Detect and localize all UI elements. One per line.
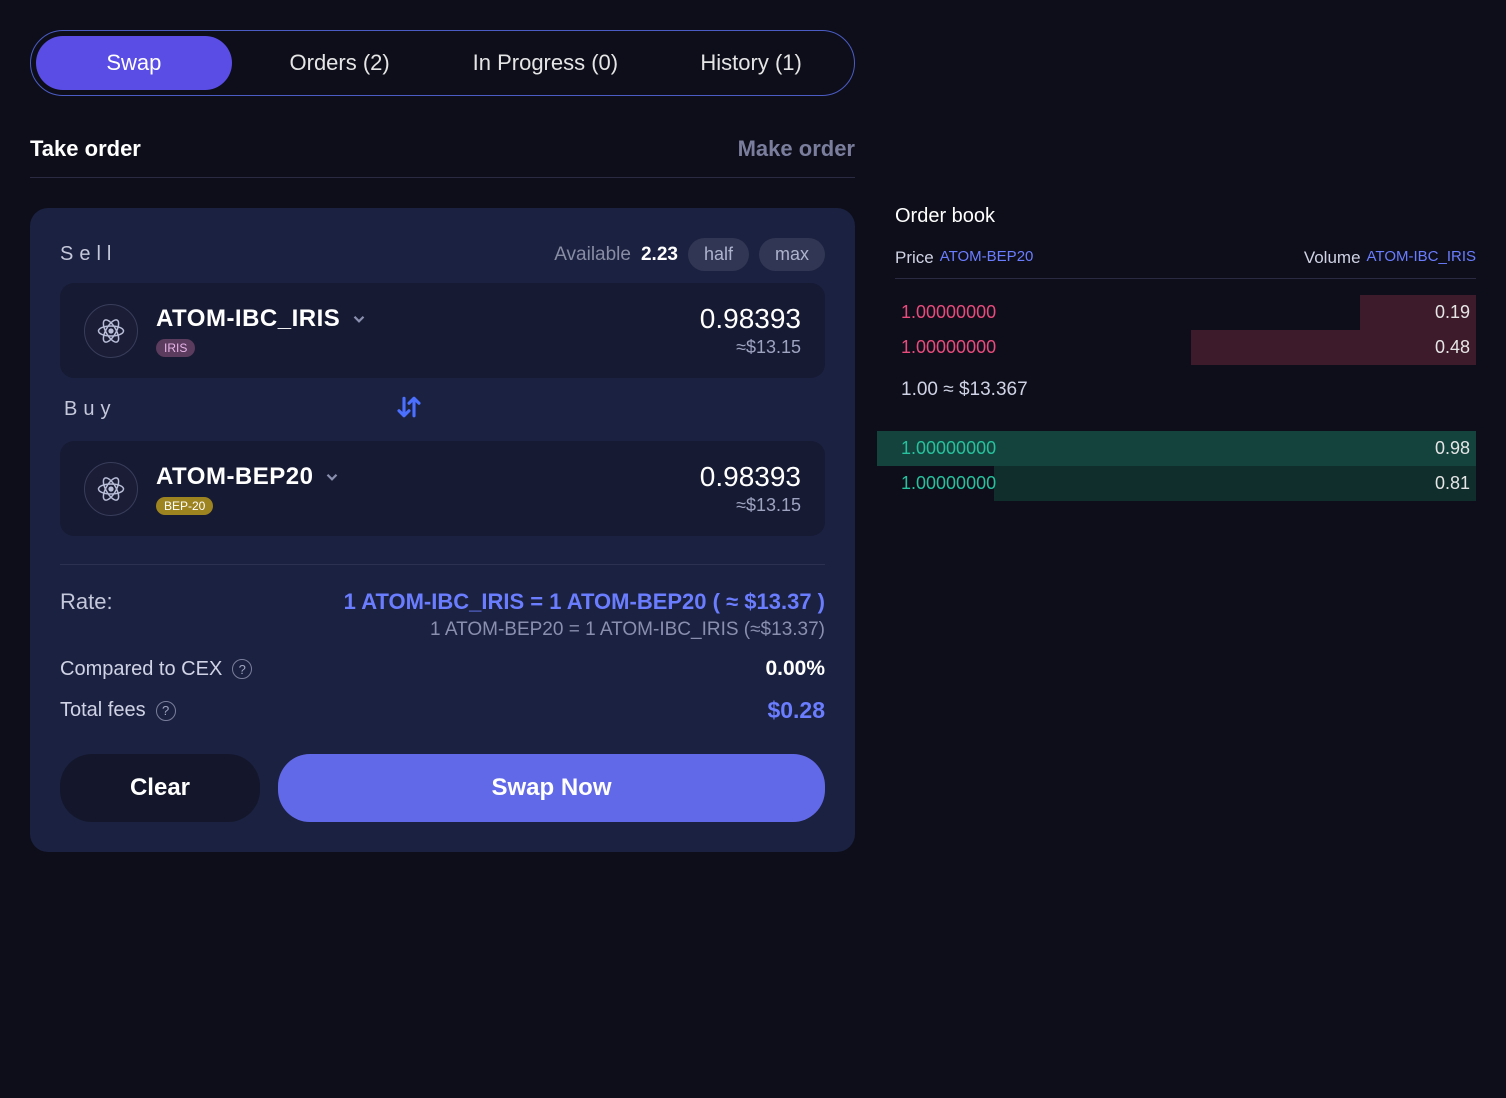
rate-label: Rate:	[60, 589, 113, 615]
sell-amount-usd: ≈$13.15	[700, 337, 801, 358]
max-button[interactable]: max	[759, 238, 825, 271]
orderbook-volume: 0.81	[1435, 473, 1470, 494]
tab-swap[interactable]: Swap	[36, 36, 232, 90]
atom-icon	[84, 304, 138, 358]
price-header: Price	[895, 248, 934, 268]
orderbook-row[interactable]: 1.00000000 0.98	[877, 431, 1476, 466]
chevron-down-icon	[350, 310, 368, 328]
orderbook-title: Order book	[895, 205, 1476, 228]
volume-header: Volume	[1304, 248, 1361, 268]
sell-label: Sell	[60, 243, 117, 266]
buy-amount-usd: ≈$13.15	[700, 495, 801, 516]
rate-inverse: 1 ATOM-BEP20 = 1 ATOM-IBC_IRIS (≈$13.37)	[344, 619, 825, 641]
help-icon[interactable]: ?	[156, 701, 176, 721]
orderbook-row[interactable]: 1.00000000 0.19	[895, 295, 1476, 330]
buy-token-row: ATOM-BEP20 BEP-20 0.98393 ≈$13.15	[60, 441, 825, 536]
make-order[interactable]: Make order	[738, 136, 855, 162]
orderbook-price: 1.00000000	[901, 337, 996, 358]
swap-card: Sell Available 2.23 half max ATOM-IBC_IR…	[30, 208, 855, 852]
orderbook-header: Price ATOM-BEP20 Volume ATOM-IBC_IRIS	[895, 248, 1476, 279]
rate-main: 1 ATOM-IBC_IRIS = 1 ATOM-BEP20 ( ≈ $13.3…	[344, 589, 825, 615]
order-mode-switch: Take order Make order	[30, 136, 855, 178]
buy-amount-input[interactable]: 0.98393	[700, 461, 801, 493]
swap-direction-icon[interactable]	[392, 392, 426, 427]
tab-history[interactable]: History (1)	[653, 36, 849, 90]
orderbook-price: 1.00000000	[901, 302, 996, 323]
sell-token-name: ATOM-IBC_IRIS	[156, 305, 340, 333]
chain-badge-bep20: BEP-20	[156, 497, 213, 515]
sell-amount-input[interactable]: 0.98393	[700, 303, 801, 335]
orderbook-row[interactable]: 1.00000000 0.81	[895, 466, 1476, 501]
buy-token-name: ATOM-BEP20	[156, 463, 313, 491]
volume-symbol: ATOM-IBC_IRIS	[1367, 248, 1476, 268]
atom-icon	[84, 462, 138, 516]
price-symbol: ATOM-BEP20	[940, 248, 1034, 268]
sell-token-row: ATOM-IBC_IRIS IRIS 0.98393 ≈$13.15	[60, 283, 825, 378]
orderbook-volume: 0.48	[1435, 337, 1470, 358]
orderbook-volume: 0.98	[1435, 438, 1470, 459]
orderbook-volume: 0.19	[1435, 302, 1470, 323]
available-value: 2.23	[641, 244, 678, 266]
orderbook-price: 1.00000000	[901, 473, 996, 494]
help-icon[interactable]: ?	[232, 659, 252, 679]
sell-token-select[interactable]: ATOM-IBC_IRIS	[156, 305, 682, 333]
tab-orders[interactable]: Orders (2)	[242, 36, 438, 90]
cex-value: 0.00%	[765, 657, 825, 681]
fees-value: $0.28	[767, 697, 825, 724]
half-button[interactable]: half	[688, 238, 749, 271]
available-label: Available	[554, 244, 631, 266]
take-order[interactable]: Take order	[30, 136, 141, 162]
buy-label: Buy	[64, 398, 116, 421]
orderbook-price: 1.00000000	[901, 438, 996, 459]
orderbook-mid-price: 1.00 ≈ $13.367	[895, 365, 1476, 415]
chain-badge-iris: IRIS	[156, 339, 195, 357]
nav-tabs: Swap Orders (2) In Progress (0) History …	[30, 30, 855, 96]
cex-label: Compared to CEX	[60, 658, 222, 681]
fees-label: Total fees	[60, 699, 146, 722]
tab-in-progress[interactable]: In Progress (0)	[448, 36, 644, 90]
chevron-down-icon	[323, 468, 341, 486]
buy-token-select[interactable]: ATOM-BEP20	[156, 463, 682, 491]
swap-now-button[interactable]: Swap Now	[278, 754, 825, 822]
clear-button[interactable]: Clear	[60, 754, 260, 822]
orderbook-row[interactable]: 1.00000000 0.48	[895, 330, 1476, 365]
